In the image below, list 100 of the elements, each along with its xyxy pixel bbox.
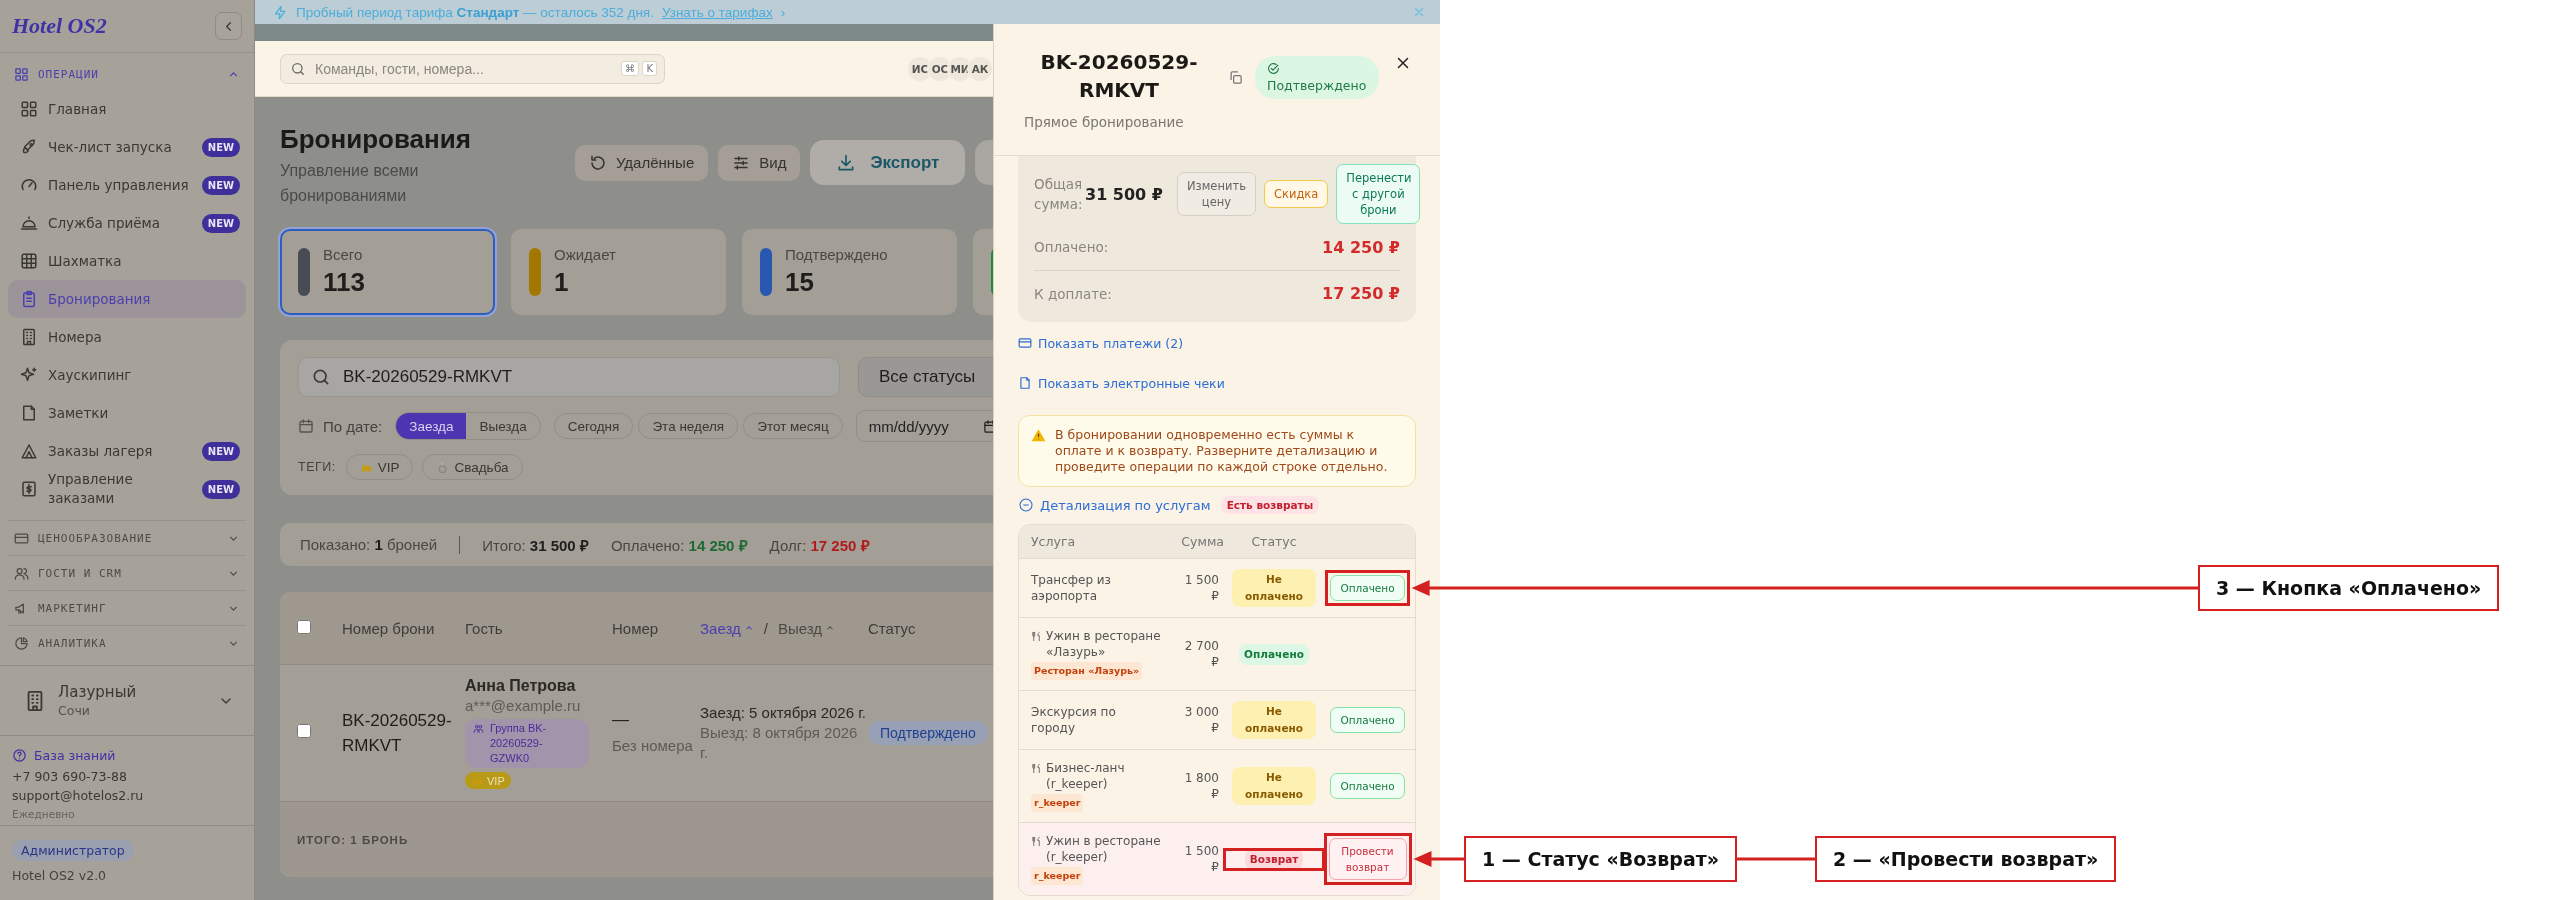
- date-mode-tab[interactable]: Заезда: [396, 413, 467, 439]
- bolt-icon: [273, 4, 288, 20]
- support-hours: Ежедневно: [12, 807, 76, 822]
- mark-paid-button[interactable]: Оплачено: [1330, 773, 1405, 799]
- view-button[interactable]: Вид: [718, 144, 801, 181]
- payment-status-badge: Не оплачено: [1232, 569, 1316, 607]
- calendar-icon: [982, 418, 993, 434]
- checkin-date: Заезд: 5 октября 2026 г.: [700, 703, 868, 723]
- sort-header[interactable]: Выезд: [777, 619, 835, 637]
- date-field[interactable]: mm/dd/yyyy: [855, 410, 993, 442]
- status-text: Подтверждено: [1267, 78, 1367, 93]
- crown-icon: [359, 460, 373, 474]
- booking-search-field[interactable]: BK-20260529-RMKVT: [298, 357, 840, 397]
- transfer-button[interactable]: Перенести с другой брони: [1336, 164, 1421, 224]
- sidebar-item[interactable]: Хаускипинг: [8, 356, 246, 394]
- sidebar-item[interactable]: Заметки: [8, 394, 246, 432]
- room-number: —: [612, 710, 630, 730]
- section-header[interactable]: ЦЕНООБРАЗОВАНИЕ: [8, 521, 246, 555]
- details-toggle[interactable]: Детализация по услугам: [1018, 497, 1211, 513]
- role-badge: Администратор: [12, 840, 134, 861]
- section-header[interactable]: АНАЛИТИКА: [8, 626, 246, 660]
- status-select[interactable]: Все статусы: [858, 357, 993, 397]
- stat-label: Ожидает: [554, 246, 616, 263]
- callout-label: 1 — Статус «Возврат»: [1464, 836, 1738, 882]
- calendar-icon: [298, 418, 314, 434]
- users-icon: [14, 565, 29, 581]
- receipts-link[interactable]: Показать электронные чеки: [1018, 373, 1225, 393]
- grid-icon: [20, 100, 38, 118]
- callout-label: 2 — «Провести возврат»: [1815, 836, 2117, 882]
- section-header[interactable]: ГОСТИ И CRM: [8, 556, 246, 590]
- clipboard-icon: [20, 290, 38, 308]
- new-badge: NEW: [201, 441, 240, 461]
- guest-email: a***@example.ru: [465, 697, 582, 714]
- shown-count: Показано: 1 броней: [300, 536, 438, 553]
- mark-paid-button[interactable]: Оплачено: [1330, 707, 1405, 733]
- refund-badge: Есть возвраты: [1220, 496, 1320, 514]
- select-all-checkbox[interactable]: [297, 619, 311, 634]
- deleted-button[interactable]: Удалённые: [575, 144, 709, 181]
- sliders-icon: [732, 153, 751, 172]
- sidebar-item[interactable]: Шахматка: [8, 242, 246, 280]
- stat-card[interactable]: Подтверждено 15: [742, 229, 957, 315]
- dining-icon: [1031, 631, 1042, 642]
- sidebar-item[interactable]: Служба приёма: [8, 204, 202, 242]
- payments-link[interactable]: Показать платежи (2): [1018, 333, 1184, 353]
- sidebar-item[interactable]: Номера: [8, 318, 246, 356]
- stat-label: Всего: [323, 246, 364, 263]
- sidebar-item[interactable]: Панель управления: [8, 166, 202, 204]
- help-icon: [12, 748, 27, 763]
- support-email: support@hotelos2.ru: [12, 787, 145, 805]
- sidebar-item[interactable]: Заказы лагеря: [8, 432, 202, 470]
- column-header: Услуга: [1030, 534, 1077, 549]
- source-tag: r_keeper: [1031, 867, 1084, 885]
- amount-value: 17 250 ₽: [1322, 284, 1400, 303]
- payment-status-badge: Не оплачено: [1232, 767, 1316, 805]
- mark-paid-button[interactable]: Оплачено: [1330, 575, 1405, 601]
- row-checkbox[interactable]: [297, 724, 311, 738]
- users-icon: [473, 723, 484, 734]
- hotel-selector[interactable]: Лазурный Сочи: [0, 665, 254, 735]
- user-avatar[interactable]: АК: [967, 55, 993, 82]
- refund-button[interactable]: Провести возврат: [1328, 838, 1407, 880]
- sparkle-icon: [20, 366, 38, 384]
- section-header[interactable]: ОПЕРАЦИИ: [8, 59, 246, 90]
- receipt-icon: [20, 480, 38, 498]
- booking-number[interactable]: BK-20260529-RMKVT: [342, 708, 465, 758]
- sidebar-item[interactable]: Главная: [8, 90, 246, 128]
- sidebar-item[interactable]: Чек-лист запуска: [8, 128, 202, 166]
- crown-icon: [471, 774, 484, 787]
- group-text: Группа BK-20260529-GZWK0: [490, 721, 548, 766]
- dining-icon: [1031, 836, 1042, 847]
- section-header[interactable]: МАРКЕТИНГ: [8, 591, 246, 625]
- new-badge: NEW: [201, 479, 240, 499]
- stat-card[interactable]: Всего 113: [280, 229, 495, 315]
- date-mode-tab[interactable]: Выезда: [466, 413, 540, 439]
- sidebar-item[interactable]: Бронирования: [8, 280, 246, 318]
- new-badge: NEW: [201, 175, 240, 195]
- summary-item: Итого: 31 500 ₽: [482, 535, 589, 555]
- card-icon: [1018, 336, 1032, 350]
- support-phone: +7 903 690-73-88: [12, 768, 128, 786]
- source-tag: Ресторан «Лазурь»: [1031, 662, 1143, 680]
- copy-icon[interactable]: [1228, 70, 1243, 85]
- table-total: ИТОГО: 1 БРОНЬ: [297, 833, 409, 846]
- service-name: Ужин в ресторане (r_keeper): [1046, 833, 1162, 865]
- bell-icon: [20, 214, 38, 232]
- service-name: Экскурсия по городу: [1031, 704, 1117, 736]
- change-price-button[interactable]: Изменить цену: [1176, 172, 1256, 216]
- sort-header[interactable]: Заезд: [700, 619, 754, 637]
- collapse-sidebar-button[interactable]: [215, 12, 242, 40]
- search-icon: [311, 367, 331, 387]
- export-button[interactable]: Экспорт: [810, 140, 966, 185]
- grid-icon: [14, 67, 29, 82]
- dining-icon: [1031, 763, 1042, 774]
- column-header: Статус: [1250, 534, 1298, 549]
- amount-value: 14 250 ₽: [1322, 237, 1400, 257]
- stat-card[interactable]: Ожидает 1: [511, 229, 726, 315]
- status-badge: Подтверждено: [868, 721, 988, 745]
- discount-button[interactable]: Скидка: [1263, 180, 1329, 208]
- knowledge-base-link[interactable]: База знаний: [12, 746, 242, 765]
- sidebar-item[interactable]: Управление заказами: [8, 470, 202, 508]
- service-amount: 1 800 ₽: [1184, 771, 1219, 801]
- column-header: Гость: [465, 619, 504, 637]
